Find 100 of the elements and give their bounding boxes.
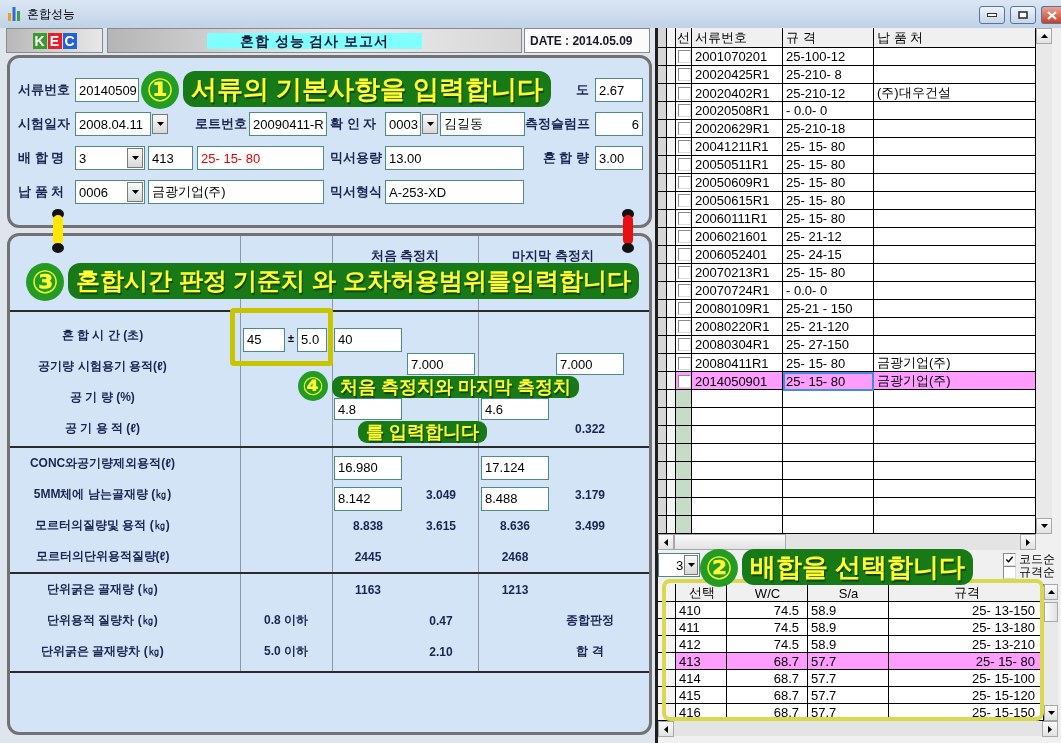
table-row[interactable]: 20020402R1 25-210-12 (주)대우건설: [658, 84, 1036, 102]
table-value: 합 격: [576, 643, 604, 660]
checkbox[interactable]: [677, 104, 691, 117]
table-row[interactable]: 20080411R1 25- 15- 80 금광기업(주): [658, 354, 1036, 372]
scroll-button[interactable]: [658, 534, 674, 550]
text-field[interactable]: 6: [595, 112, 643, 136]
scroll-button[interactable]: [1044, 584, 1058, 600]
dropdown-button[interactable]: [422, 114, 438, 134]
scrollbar[interactable]: [1044, 584, 1058, 721]
checkbox[interactable]: [677, 158, 691, 171]
table-row[interactable]: 20070213R1 25- 15- 80: [658, 264, 1036, 282]
checkbox[interactable]: [677, 374, 691, 388]
checkbox[interactable]: [677, 86, 691, 100]
value-field[interactable]: 17.124: [481, 455, 549, 480]
value-field[interactable]: 16.980: [334, 455, 402, 480]
scroll-button[interactable]: [1044, 705, 1058, 721]
field-label: 측정슬럼프: [525, 115, 591, 133]
text-field[interactable]: 20090411-R: [249, 112, 327, 136]
caret-up-icon: [1047, 590, 1055, 594]
dropdown-button[interactable]: [127, 148, 143, 168]
scroll-button[interactable]: [1020, 534, 1036, 550]
value-field[interactable]: 7.000: [556, 353, 624, 375]
scroll-button[interactable]: [1036, 28, 1052, 44]
scrollbar-thumb[interactable]: [674, 534, 786, 550]
maximize-button[interactable]: [1010, 6, 1036, 24]
close-button[interactable]: [1041, 6, 1061, 24]
code-dropdown[interactable]: 0006: [75, 180, 145, 204]
table-row[interactable]: 20060111R1 25- 15- 80: [658, 210, 1036, 228]
text-field[interactable]: 25- 15- 80: [197, 146, 324, 170]
text-field[interactable]: 20140509: [75, 78, 139, 102]
dropdown-button[interactable]: [127, 182, 143, 202]
checkbox[interactable]: [677, 356, 691, 370]
scrollbar[interactable]: [658, 534, 1036, 550]
code-dropdown[interactable]: 3: [75, 146, 145, 170]
value-field[interactable]: 8.488: [481, 486, 549, 511]
text-field[interactable]: A-253-XD: [385, 180, 524, 204]
table-row[interactable]: 2001070201 25-100-12: [658, 48, 1036, 66]
checkbox[interactable]: [677, 176, 691, 189]
checkbox[interactable]: [1003, 553, 1016, 566]
minimize-button[interactable]: [979, 6, 1005, 24]
table-row[interactable]: 20050609R1 25- 15- 80: [658, 174, 1036, 192]
table-row[interactable]: 20041211R1 25- 15- 80: [658, 138, 1036, 156]
checkbox[interactable]: [677, 50, 691, 63]
table-row[interactable]: 20020508R1 - 0.0- 0: [658, 102, 1036, 120]
date-field[interactable]: 2008.04.11: [75, 112, 151, 136]
value-field[interactable]: 40: [334, 327, 402, 352]
text-field[interactable]: 413: [148, 146, 193, 170]
code-dropdown[interactable]: 3: [658, 553, 700, 577]
close-icon: [1046, 10, 1057, 20]
scroll-button[interactable]: [1036, 518, 1052, 534]
table-row[interactable]: 20050615R1 25- 15- 80: [658, 192, 1036, 210]
checkbox[interactable]: [677, 230, 691, 243]
text-field[interactable]: 2.67: [595, 78, 643, 102]
table-row[interactable]: 20020425R1 25-210- 8: [658, 66, 1036, 84]
checkbox[interactable]: [677, 248, 691, 261]
table-row[interactable]: 2006021601 25- 21-12: [658, 228, 1036, 246]
checkbox[interactable]: [677, 284, 691, 297]
text-field[interactable]: 13.00: [385, 146, 524, 170]
value-field[interactable]: 8.142: [334, 486, 402, 511]
field-label: 시험일자: [17, 115, 71, 133]
checkbox[interactable]: [677, 338, 691, 351]
scrollbar[interactable]: [658, 721, 1058, 736]
table-row[interactable]: 20020629R1 25-210-18: [658, 120, 1036, 138]
checkbox[interactable]: [677, 140, 691, 153]
value-field[interactable]: 4.6: [481, 398, 549, 420]
table-cell-text: 25- 15-150: [971, 704, 1036, 721]
code-field[interactable]: 0003: [385, 112, 421, 136]
scroll-button[interactable]: [658, 721, 674, 737]
table-row[interactable]: 20080304R1 25- 27-150: [658, 336, 1036, 354]
checkbox[interactable]: [677, 194, 691, 207]
text-field[interactable]: 3.00: [595, 146, 643, 170]
field-label: 확 인 자: [329, 115, 378, 133]
value-field[interactable]: 4.8: [334, 398, 402, 420]
table-row[interactable]: 20080109R1 25-21 - 150: [658, 300, 1036, 318]
checkbox[interactable]: [1003, 566, 1016, 579]
scroll-button[interactable]: [1042, 721, 1058, 737]
table-row[interactable]: 20080220R1 25- 21-120: [658, 318, 1036, 336]
checkbox[interactable]: [677, 266, 691, 279]
dropdown-button[interactable]: [152, 114, 168, 134]
dropdown-button[interactable]: [684, 555, 698, 575]
value-field[interactable]: 7.000: [407, 353, 475, 375]
table-cell-text: 413: [678, 653, 702, 670]
value-field[interactable]: 45: [243, 327, 285, 352]
checkbox[interactable]: [677, 122, 691, 135]
table-cell-text: 20020629R1: [694, 120, 771, 138]
scrollbar-thumb[interactable]: [1044, 602, 1058, 622]
checkbox[interactable]: [677, 320, 691, 333]
table-cell-text: 20041211R1: [694, 138, 770, 156]
scrollbar[interactable]: [1036, 28, 1052, 534]
checkbox[interactable]: [677, 68, 691, 81]
table-row[interactable]: 2014050901 25- 15- 80 금광기업(주): [658, 372, 1036, 390]
checkbox[interactable]: [677, 212, 691, 225]
checkbox[interactable]: [677, 302, 691, 315]
text-field[interactable]: 금광기업(주): [148, 180, 324, 204]
table-row[interactable]: 20050511R1 25- 15- 80: [658, 156, 1036, 174]
table-row[interactable]: 20070724R1 - 0.0- 0: [658, 282, 1036, 300]
value-field[interactable]: 5.0: [297, 327, 328, 352]
table-row[interactable]: 2006052401 25- 24-15: [658, 246, 1036, 264]
field-label: 혼 합 량: [541, 149, 590, 167]
text-field[interactable]: 김길동: [440, 112, 525, 136]
